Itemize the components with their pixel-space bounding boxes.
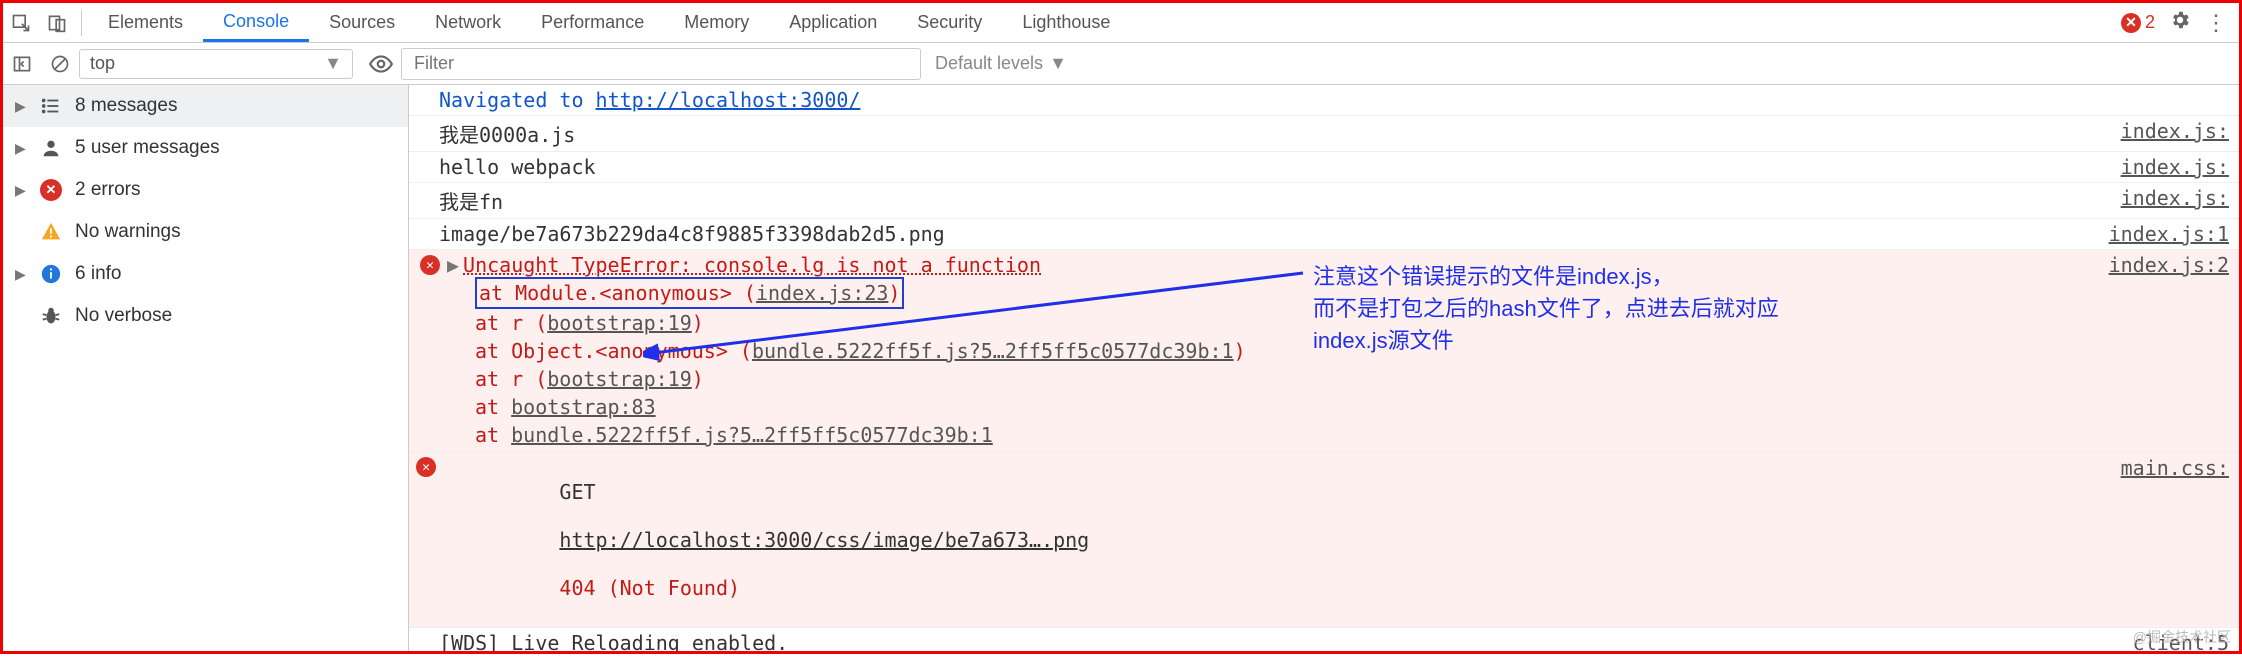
list-icon — [39, 94, 63, 118]
toggle-sidebar-icon[interactable] — [3, 43, 41, 84]
stack-link[interactable]: bootstrap:83 — [511, 395, 656, 419]
error-count-badge[interactable]: ✕ 2 — [2121, 12, 2155, 33]
error-icon: ✕ — [419, 253, 441, 277]
source-link[interactable]: index.js: — [2101, 155, 2229, 179]
tab-security[interactable]: Security — [897, 3, 1002, 42]
tab-memory[interactable]: Memory — [664, 3, 769, 42]
chevron-down-icon: ▼ — [324, 53, 342, 74]
nav-url[interactable]: http://localhost:3000/ — [596, 88, 861, 112]
error-icon: ✕ — [2121, 13, 2141, 33]
http-status: 404 (Not Found) — [559, 576, 740, 600]
bug-icon — [39, 304, 63, 328]
expand-icon: ▶ — [15, 266, 27, 283]
sidebar-item-messages[interactable]: ▶ 8 messages — [3, 85, 408, 127]
log-text: 我是0000a.js — [439, 119, 2101, 148]
source-link[interactable]: index.js: — [2101, 186, 2229, 210]
panel-tabs: Elements Console Sources Network Perform… — [88, 3, 1130, 42]
expand-icon: ▶ — [15, 182, 27, 199]
live-expression-icon[interactable] — [361, 51, 401, 77]
chevron-down-icon: ▼ — [1049, 53, 1067, 74]
watermark: @掘金技术社区 — [2133, 627, 2231, 647]
sidebar-item-info[interactable]: ▶ 6 info — [3, 253, 408, 295]
sidebar-label: No verbose — [75, 305, 172, 327]
sidebar-label: 6 info — [75, 263, 121, 285]
context-selector[interactable]: top ▼ — [79, 49, 353, 79]
tab-network[interactable]: Network — [415, 3, 521, 42]
filter-input[interactable] — [401, 48, 921, 80]
expand-icon: ▶ — [15, 98, 27, 115]
log-text: [WDS] Live Reloading enabled. — [439, 631, 2113, 651]
nav-prefix: Navigated to — [439, 88, 596, 112]
warning-icon — [39, 220, 63, 244]
source-link[interactable]: main.css: — [2101, 456, 2229, 480]
tab-application[interactable]: Application — [769, 3, 897, 42]
sidebar-label: No warnings — [75, 221, 181, 243]
context-value: top — [90, 53, 115, 74]
log-line: 我是fn index.js: — [409, 183, 2239, 219]
clear-console-icon[interactable] — [41, 43, 79, 84]
info-icon — [39, 262, 63, 286]
sidebar-label: 8 messages — [75, 95, 177, 117]
kebab-menu-icon[interactable]: ⋮ — [2205, 10, 2227, 36]
stack-link[interactable]: bundle.5222ff5f.js?5…2ff5ff5c0577dc39b:1 — [511, 423, 993, 447]
annotation-text: 注意这个错误提示的文件是index.js， 而不是打包之后的hash文件了，点进… — [1313, 261, 1779, 357]
console-sidebar: ▶ 8 messages ▶ 5 user messages ▶ ✕ 2 err… — [3, 85, 409, 651]
log-levels-select[interactable]: Default levels ▼ — [935, 53, 1067, 74]
log-text: 我是fn — [439, 186, 2101, 215]
sidebar-label: 2 errors — [75, 179, 140, 201]
tab-lighthouse[interactable]: Lighthouse — [1002, 3, 1130, 42]
source-link[interactable]: index.js:2 — [2089, 253, 2229, 277]
devtools-tabbar: Elements Console Sources Network Perform… — [3, 3, 2239, 43]
console-filter-bar: top ▼ Default levels ▼ — [3, 43, 2239, 85]
log-line: 我是0000a.js index.js: — [409, 116, 2239, 152]
source-link[interactable]: index.js: — [2101, 119, 2229, 143]
error-icon: ✕ — [39, 178, 63, 202]
http-url[interactable]: http://localhost:3000/css/image/be7a673…… — [559, 528, 1089, 552]
sidebar-item-verbose[interactable]: No verbose — [3, 295, 408, 337]
expand-icon: ▶ — [15, 140, 27, 157]
tab-performance[interactable]: Performance — [521, 3, 664, 42]
divider — [81, 10, 82, 36]
annotation-arrow — [643, 253, 1343, 373]
log-text: image/be7a673b229da4c8f9885f3398dab2d5.p… — [439, 222, 2089, 246]
annot-line: index.js源文件 — [1313, 325, 1779, 357]
http-method: GET — [559, 480, 595, 504]
annot-line: 注意这个错误提示的文件是index.js， — [1313, 261, 1779, 293]
tab-console[interactable]: Console — [203, 3, 309, 42]
log-line: image/be7a673b229da4c8f9885f3398dab2d5.p… — [409, 219, 2239, 250]
log-navigation: Navigated to http://localhost:3000/ — [409, 85, 2239, 116]
annot-line: 而不是打包之后的hash文件了，点进去后就对应 — [1313, 293, 1779, 325]
log-line: [WDS] Live Reloading enabled. client:5 — [409, 628, 2239, 651]
sidebar-item-warnings[interactable]: No warnings — [3, 211, 408, 253]
sidebar-label: 5 user messages — [75, 137, 220, 159]
inspect-icon[interactable] — [3, 3, 39, 42]
error-icon: ✕ — [415, 457, 437, 477]
log-http-error: ✕ GET http://localhost:3000/css/image/be… — [409, 453, 2239, 628]
log-text: hello webpack — [439, 155, 2101, 179]
settings-icon[interactable] — [2169, 9, 2191, 36]
sidebar-item-errors[interactable]: ▶ ✕ 2 errors — [3, 169, 408, 211]
tab-sources[interactable]: Sources — [309, 3, 415, 42]
levels-label: Default levels — [935, 53, 1043, 74]
tab-elements[interactable]: Elements — [88, 3, 203, 42]
source-link[interactable]: index.js:1 — [2089, 222, 2229, 246]
sidebar-item-user[interactable]: ▶ 5 user messages — [3, 127, 408, 169]
device-toggle-icon[interactable] — [39, 3, 75, 42]
expand-icon[interactable]: ▶ — [447, 253, 459, 277]
log-line: hello webpack index.js: — [409, 152, 2239, 183]
error-count-value: 2 — [2145, 12, 2155, 33]
user-icon — [39, 136, 63, 160]
